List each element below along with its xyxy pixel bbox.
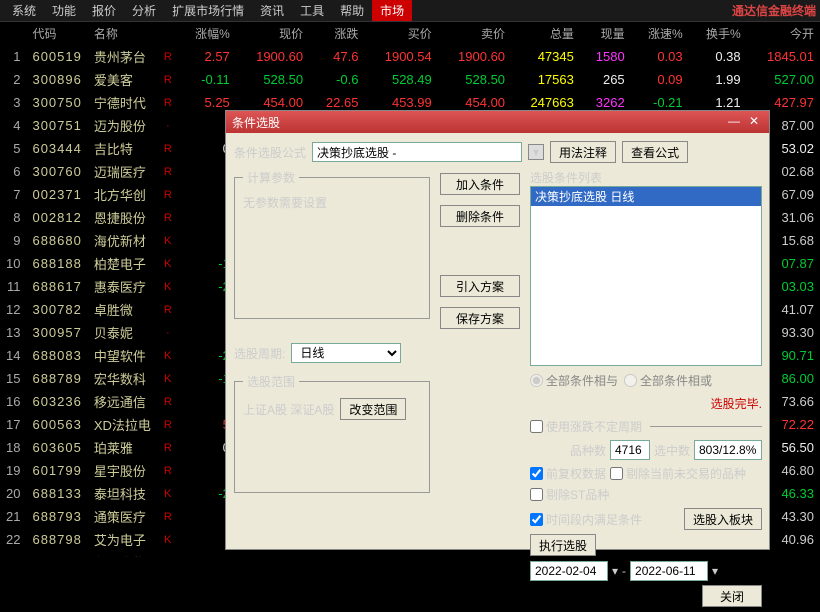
dialog-title: 条件选股 bbox=[232, 114, 280, 131]
menu-item[interactable]: 扩展市场行情 bbox=[164, 2, 252, 20]
date-to-input[interactable] bbox=[630, 561, 708, 581]
menu-market[interactable]: 市场 bbox=[372, 0, 412, 21]
dropdown-icon[interactable]: ▾ bbox=[612, 564, 618, 578]
use-range-checkbox[interactable]: 使用涨跌不定周期 bbox=[530, 418, 642, 435]
radio-or[interactable]: 全部条件相或 bbox=[624, 372, 712, 389]
count-label: 品种数 bbox=[570, 442, 606, 459]
filter-status: 选股完毕. bbox=[530, 395, 762, 412]
menu-item[interactable]: 功能 bbox=[44, 2, 84, 20]
condition-list-label: 选股条件列表 bbox=[530, 169, 762, 186]
skip-notrade-checkbox[interactable]: 剔除当前未交易的品种 bbox=[610, 465, 746, 482]
column-header[interactable]: 今开 bbox=[747, 22, 820, 45]
change-range-button[interactable]: 改变范围 bbox=[340, 398, 406, 420]
save-scheme-button[interactable]: 保存方案 bbox=[440, 307, 520, 329]
menu-item[interactable]: 资讯 bbox=[252, 2, 292, 20]
period-label: 选股周期: bbox=[234, 345, 285, 362]
column-header[interactable]: 涨跌 bbox=[309, 22, 364, 45]
to-block-button[interactable]: 选股入板块 bbox=[684, 508, 762, 530]
delete-condition-button[interactable]: 删除条件 bbox=[440, 205, 520, 227]
column-header[interactable]: 代码 bbox=[26, 22, 87, 45]
column-header[interactable]: 涨幅% bbox=[178, 22, 236, 45]
column-header[interactable]: 现量 bbox=[580, 22, 631, 45]
list-item[interactable]: 决策抄底选股 日线 bbox=[531, 187, 761, 206]
date-separator: - bbox=[622, 564, 626, 578]
column-header[interactable]: 涨速% bbox=[631, 22, 689, 45]
load-scheme-button[interactable]: 引入方案 bbox=[440, 275, 520, 297]
menubar: 系统功能报价分析扩展市场行情资讯工具帮助 市场 通达信金融终端 bbox=[0, 0, 820, 22]
table-row[interactable]: 1600519贵州茅台R2.571900.6047.61900.541900.6… bbox=[0, 45, 820, 68]
execute-button[interactable]: 执行选股 bbox=[530, 534, 596, 556]
column-header[interactable] bbox=[158, 22, 178, 45]
column-header[interactable]: 总量 bbox=[511, 22, 580, 45]
menu-item[interactable]: 分析 bbox=[124, 2, 164, 20]
fq-checkbox[interactable]: 前复权数据 bbox=[530, 465, 606, 482]
formula-label: 条件选股公式 bbox=[234, 144, 306, 161]
menu-item[interactable]: 帮助 bbox=[332, 2, 372, 20]
params-fieldset: 计算参数 无参数需要设置 bbox=[234, 169, 430, 319]
formula-input[interactable] bbox=[312, 142, 522, 162]
stock-filter-dialog: 条件选股 — ✕ 条件选股公式 ▾ 用法注释 查看公式 计算参数 无参数需要设置… bbox=[225, 110, 770, 550]
dropdown-icon[interactable]: ▾ bbox=[712, 564, 718, 578]
range-fieldset: 选股范围 上证A股 深证A股 改变范围 bbox=[234, 373, 430, 493]
range-text: 上证A股 深证A股 bbox=[243, 401, 334, 418]
app-brand: 通达信金融终端 bbox=[732, 2, 816, 19]
menu-item[interactable]: 报价 bbox=[84, 2, 124, 20]
close-button[interactable]: 关闭 bbox=[702, 585, 762, 607]
condition-listbox[interactable]: 决策抄底选股 日线 bbox=[530, 186, 762, 366]
range-legend: 选股范围 bbox=[243, 373, 299, 390]
params-text: 无参数需要设置 bbox=[243, 194, 421, 211]
menu-item[interactable]: 工具 bbox=[292, 2, 332, 20]
usage-button[interactable]: 用法注释 bbox=[550, 141, 616, 163]
date-from-input[interactable] bbox=[530, 561, 608, 581]
column-header[interactable]: 名称 bbox=[88, 22, 158, 45]
dropdown-icon[interactable]: ▾ bbox=[528, 144, 544, 160]
table-row[interactable]: 2300896爱美客R-0.11528.50-0.6528.49528.5017… bbox=[0, 68, 820, 91]
dialog-titlebar: 条件选股 — ✕ bbox=[226, 111, 769, 133]
column-header[interactable] bbox=[0, 22, 26, 45]
hit-field bbox=[694, 440, 762, 460]
close-icon[interactable]: ✕ bbox=[745, 115, 763, 129]
add-condition-button[interactable]: 加入条件 bbox=[440, 173, 520, 195]
time-range-checkbox[interactable]: 时间段内满足条件 bbox=[530, 511, 642, 528]
minimize-icon[interactable]: — bbox=[725, 115, 743, 129]
column-header[interactable]: 现价 bbox=[236, 22, 309, 45]
column-header[interactable]: 买价 bbox=[364, 22, 437, 45]
hit-label: 选中数 bbox=[654, 442, 690, 459]
radio-and[interactable]: 全部条件相与 bbox=[530, 372, 618, 389]
params-legend: 计算参数 bbox=[243, 169, 299, 186]
menu-item[interactable]: 系统 bbox=[4, 2, 44, 20]
column-header[interactable]: 卖价 bbox=[438, 22, 511, 45]
view-formula-button[interactable]: 查看公式 bbox=[622, 141, 688, 163]
column-header[interactable]: 换手% bbox=[689, 22, 747, 45]
count-field bbox=[610, 440, 650, 460]
skip-st-checkbox[interactable]: 剔除ST品种 bbox=[530, 486, 609, 503]
period-select[interactable]: 日线 bbox=[291, 343, 401, 363]
